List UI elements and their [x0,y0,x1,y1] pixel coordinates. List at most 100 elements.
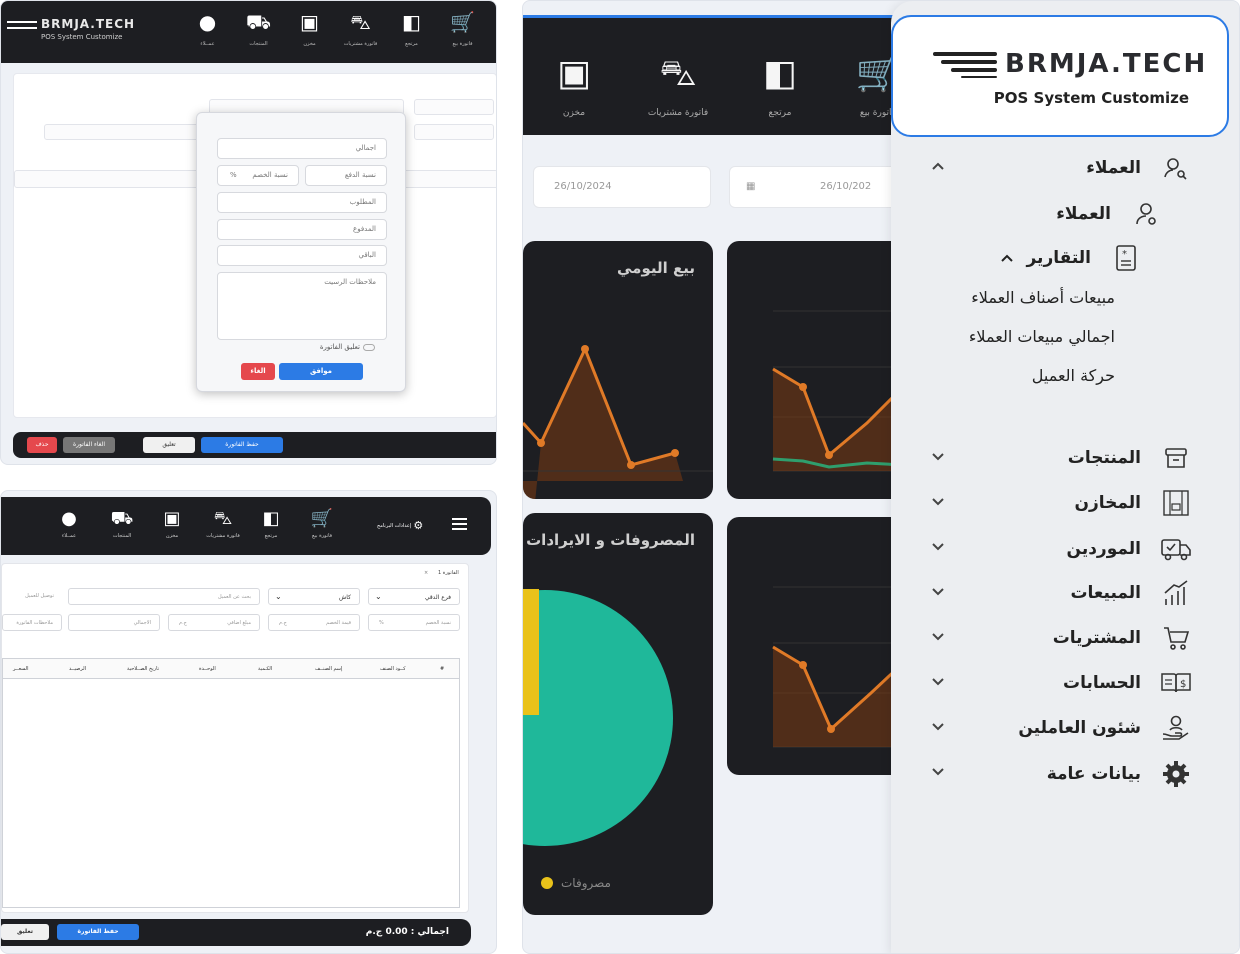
invoice-total: اجمالي : 0.00 ج.م [365,927,449,937]
branch-select[interactable]: فرع الدقي ⌄ [368,588,460,605]
payment-ratio-field[interactable]: نسبة الدفع [305,165,387,186]
date-from-field[interactable]: 26/10/2024 [533,166,711,208]
chevron-down-icon[interactable] [931,630,945,644]
nav-customers-sub[interactable]: العملاء [1056,199,1163,229]
save-invoice-button[interactable]: حفظ الفاتورة [201,437,283,453]
col-price: السعــر [13,666,29,672]
nav-general-data[interactable]: بيانات عامة [1047,759,1193,789]
chevron-up-icon[interactable] [1000,251,1014,265]
nav-customers[interactable]: العملاء [1086,153,1193,183]
brand-logo: BRMJA.TECH [933,49,1207,79]
gear-icon: ⚙ [413,519,424,532]
nav-purchases[interactable]: المشتريات [1053,623,1193,653]
nav-products[interactable]: المنتجات [1068,443,1193,473]
payment-method-select[interactable]: كاش ⌄ [268,588,360,605]
toolbar-purchase-invoice[interactable]: ⛍ فاتورة مشتريات [197,507,249,539]
total-field[interactable]: اجمالي [217,138,387,159]
daily-sales-chart [523,345,713,499]
date-to-field[interactable]: ▦ 26/10/202 [729,166,909,208]
total-input[interactable]: الاجمالي [68,614,160,631]
basket-icon: ⛍ [213,508,233,529]
gear-icon [1159,759,1193,789]
return-icon: ◧ [402,10,421,34]
menu-icon[interactable] [452,518,467,533]
report-icon: * [1109,243,1143,273]
svg-text:$: $ [1180,679,1186,690]
discount-ratio-input[interactable]: نسبة الخصم% [368,614,460,631]
calendar-icon: ▦ [746,181,756,192]
nav-reports[interactable]: * التقارير [1000,243,1143,273]
receipt-notes-field[interactable]: ملاحظات الرسيت [217,272,387,340]
col-unit: الوحــدة [199,666,216,672]
nav-sales[interactable]: المبيعات [1070,578,1193,608]
toolbar-products[interactable]: ⛟ المنتجات [96,507,148,539]
invoice-notes-input[interactable]: ملاحظات الفاتورة [2,614,62,631]
toolbar-customers[interactable]: ● عمــلاء [43,507,95,539]
svg-text:*: * [1122,249,1127,260]
cart-icon: 🛒 [310,508,334,529]
cancel-invoice-button[interactable]: الغاء الفاتورة [63,437,115,453]
report-item-customer-movement[interactable]: حركة العميل [1032,366,1115,385]
col-index: # [440,666,445,672]
remaining-field[interactable]: الباقي [217,245,387,266]
chevron-down-icon[interactable] [931,585,945,599]
suspend-invoice-toggle[interactable]: تعليق الفاتورة [320,343,375,351]
paid-field[interactable]: المدفوع [217,219,387,240]
chevron-down-icon[interactable] [931,450,945,464]
suspend-button[interactable]: تعليق [1,924,49,940]
return-icon: ◧ [762,53,797,94]
nav-employees[interactable]: شئون العاملين [1018,713,1193,743]
toolbar-sales-invoice[interactable]: 🛒 فاتورة بيع [296,507,348,539]
toolbar-products[interactable]: ⛟ المنتجات [233,9,284,47]
nav-warehouses[interactable]: المخازن [1074,488,1193,518]
chevron-down-icon[interactable] [931,540,945,554]
ok-button[interactable]: موافق [279,363,363,380]
report-item-customer-total-sales[interactable]: اجمالي مبيعات العملاء [969,327,1115,346]
chevron-up-icon[interactable] [931,159,945,173]
chevron-down-icon[interactable] [931,765,945,779]
delete-button[interactable]: حذف [27,437,57,453]
toolbar-sales-invoice[interactable]: 🛒 فاتورة بيع [437,9,488,47]
customer-search-input[interactable]: بحث عن العميل [68,588,260,605]
discount-ratio-field[interactable]: نسبة الخصم% [217,165,299,186]
chevron-down-icon[interactable] [931,495,945,509]
settings-button[interactable]: إعدادات البرنامج ⚙ [377,519,423,532]
purchases-trend-card [727,517,903,775]
additional-amount-input[interactable]: مبلغ اضافي ج.م [168,614,260,631]
nav-suppliers[interactable]: الموردين [1067,534,1193,564]
tab-invoice-1[interactable]: الفاتورة 1 [438,570,459,576]
discount-field[interactable] [414,124,494,140]
sales-trend-chart [772,310,903,472]
delivery-toggle[interactable]: توصيل للعميل [2,588,62,605]
data-point [627,461,635,469]
nav-accounts[interactable]: $ الحسابات [1063,668,1193,698]
legend-swatch [541,877,553,889]
toolbar-return[interactable]: ◧ مرتجع [745,53,815,119]
toolbar-purchase-invoice[interactable]: ⛍ فاتورة مشتريات [643,53,713,119]
brand-card: BRMJA.TECH POS System Customize [891,15,1229,137]
branch-select[interactable] [414,99,494,115]
toolbar-purchase-invoice[interactable]: ⛍ فاتورة مشتريات [335,9,386,47]
save-invoice-button[interactable]: حفظ الفاتورة [57,924,139,940]
chevron-down-icon[interactable] [931,675,945,689]
toolbar-warehouse[interactable]: ▣ مخزن [146,507,198,539]
required-field[interactable]: المطلوب [217,192,387,213]
warehouse-icon [1159,488,1193,518]
purchases-trend-chart [772,586,903,748]
suspend-button[interactable]: تعليق [143,437,195,453]
items-table-header: # كــود الصنف إسم الصنــف الكـمية الوحــ… [3,659,459,679]
toolbar-warehouse[interactable]: ▣ مخزن [284,9,335,47]
toolbar-customers[interactable]: ● عمــلاء [182,9,233,47]
toolbar-return[interactable]: ◧ مرتجع [245,507,297,539]
close-icon[interactable]: × [424,570,428,576]
report-item-customer-category-sales[interactable]: مبيعات أصناف العملاء [971,288,1115,307]
toolbar-warehouse[interactable]: ▣ مخزن [539,54,609,119]
chevron-down-icon[interactable] [931,720,945,734]
toolbar-return[interactable]: ◧ مرتجع [386,9,437,47]
basket-icon: ⛍ [659,53,697,94]
pie-slice [523,590,673,846]
payment-dialog: اجمالي نسبة الدفع نسبة الخصم% المطلوب ال… [196,112,406,392]
cancel-button[interactable]: الغاء [241,363,275,380]
growth-chart-icon [1159,578,1193,608]
discount-value-input[interactable]: قيمة الخصم ج.م [268,614,360,631]
